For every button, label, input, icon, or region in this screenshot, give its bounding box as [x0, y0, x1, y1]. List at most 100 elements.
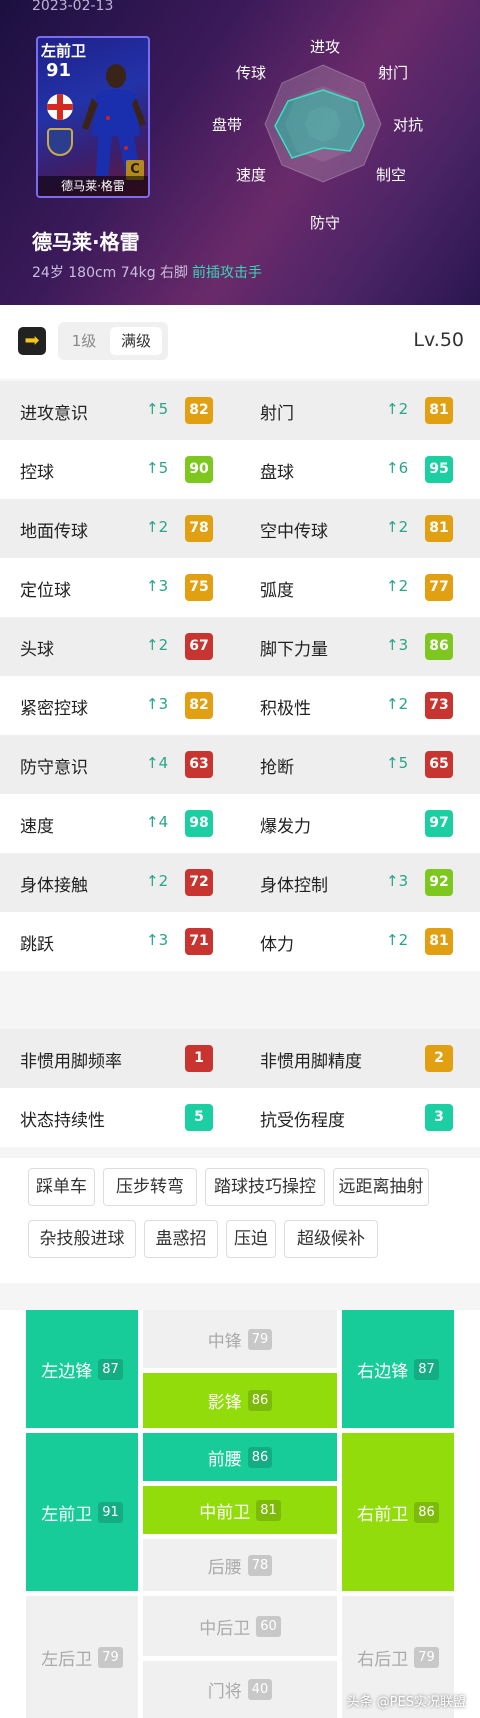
skill-tag[interactable]: 蛊惑招: [144, 1220, 218, 1258]
stat-cell: 空中传球 ↑2 81: [240, 499, 480, 558]
arrow-up-icon: ↑: [386, 577, 399, 595]
arrow-up-icon: ↑: [386, 931, 399, 949]
stat-increase-value: 2: [398, 400, 409, 418]
stat-increase-value: 6: [398, 459, 409, 477]
stat-name: 体力: [260, 935, 294, 955]
position-value: 86: [247, 1390, 273, 1411]
stat-row: 进攻意识 ↑5 82 射门 ↑2 81: [0, 381, 480, 440]
position-amf[interactable]: 前腰 86: [143, 1433, 337, 1481]
stat-cell: 弧度 ↑2 77: [240, 558, 480, 617]
stat-increase-value: 2: [158, 636, 169, 654]
stat-increase: ↑2: [146, 636, 168, 654]
stat-increase: ↑2: [386, 518, 408, 536]
radar-label-speed: 速度: [236, 166, 266, 184]
club-badge-icon: [47, 128, 73, 156]
player-header: 2023-02-13 左前卫 91 C 德马莱·格雷 德马莱·格雷 24岁 18…: [0, 0, 480, 305]
stat-increase-value: 3: [398, 872, 409, 890]
position-value: 40: [247, 1679, 273, 1700]
level-toggle: 1级 满级: [58, 322, 168, 360]
stat-cell: 体力 ↑2 81: [240, 912, 480, 971]
position-ss[interactable]: 影锋 86: [143, 1373, 337, 1428]
position-cf[interactable]: 中锋 79: [143, 1310, 337, 1368]
arrow-up-icon: ↑: [146, 400, 159, 418]
stat-increase: ↑3: [146, 577, 168, 595]
stat-name: 爆发力: [260, 817, 311, 837]
stat-increase-value: 5: [398, 754, 409, 772]
stat-name: 进攻意识: [20, 404, 88, 424]
stat-increase-value: 3: [158, 577, 169, 595]
position-rwf[interactable]: 右边锋 87: [342, 1310, 454, 1428]
skill-tag[interactable]: 踏球技巧操控: [205, 1168, 325, 1206]
stat-increase: ↑3: [386, 636, 408, 654]
date-label: 2023-02-13: [32, 0, 114, 14]
player-detail-page: 2023-02-13 左前卫 91 C 德马莱·格雷 德马莱·格雷 24岁 18…: [0, 0, 480, 1718]
stat-name: 盘球: [260, 463, 294, 483]
player-card[interactable]: 左前卫 91 C 德马莱·格雷: [36, 36, 150, 198]
position-label: 右边锋: [357, 1361, 409, 1382]
stat-name: 抢断: [260, 758, 294, 778]
stat-increase: ↑3: [146, 931, 168, 949]
arrow-up-icon: ↑: [146, 754, 159, 772]
level-option-max[interactable]: 满级: [110, 327, 162, 355]
stat-increase-value: 3: [158, 931, 169, 949]
stat-value-badge: 97: [425, 810, 453, 837]
arrow-up-icon: ↑: [386, 636, 399, 654]
stat-increase-value: 2: [398, 695, 409, 713]
position-lmf[interactable]: 左前卫 91: [26, 1433, 138, 1591]
stat-value-badge: 81: [425, 928, 453, 955]
stat-value-badge: 92: [425, 869, 453, 896]
stat-increase: ↑2: [386, 577, 408, 595]
arrow-up-icon: ↑: [386, 872, 399, 890]
misc-name: 非惯用脚精度: [260, 1052, 362, 1072]
position-cmf[interactable]: 中前卫 81: [143, 1486, 337, 1534]
stat-name: 脚下力量: [260, 640, 328, 660]
player-name: 德马莱·格雷: [32, 230, 140, 254]
position-dmf[interactable]: 后腰 78: [143, 1539, 337, 1591]
card-player-name: 德马莱·格雷: [38, 176, 148, 196]
stat-increase-value: 2: [158, 518, 169, 536]
misc-value-badge: 2: [425, 1045, 453, 1072]
stat-name: 定位球: [20, 581, 71, 601]
arrow-up-icon: ↑: [146, 931, 159, 949]
stat-name: 地面传球: [20, 522, 88, 542]
misc-cell: 非惯用脚精度 2: [240, 1029, 480, 1088]
arrow-up-icon: ↑: [386, 518, 399, 536]
misc-value-badge: 3: [425, 1104, 453, 1131]
position-lwf[interactable]: 左边锋 87: [26, 1310, 138, 1428]
stat-increase-value: 3: [398, 636, 409, 654]
radar-label-aerial: 制空: [376, 166, 406, 184]
stat-value-badge: 82: [185, 692, 213, 719]
stat-value-badge: 72: [185, 869, 213, 896]
stat-name: 积极性: [260, 699, 311, 719]
stat-name: 身体控制: [260, 876, 328, 896]
position-lb[interactable]: 左后卫 79: [26, 1596, 138, 1718]
arrow-up-icon: ↑: [146, 872, 159, 890]
position-gk[interactable]: 门将 40: [143, 1661, 337, 1718]
level-option-1[interactable]: 1级: [64, 328, 104, 354]
position-value: 87: [98, 1358, 123, 1380]
stat-row: 速度 ↑4 98 爆发力 97: [0, 794, 480, 853]
stat-value-badge: 67: [185, 633, 213, 660]
attribute-radar-chart: 进攻 射门 对抗 制空 防守 速度 盘带 传球: [212, 38, 423, 232]
position-label: 中锋: [207, 1331, 242, 1352]
stat-cell: 射门 ↑2 81: [240, 381, 480, 440]
position-cb[interactable]: 中后卫 60: [143, 1596, 337, 1656]
stat-increase-value: 5: [158, 459, 169, 477]
skill-tag[interactable]: 杂技般进球: [28, 1220, 136, 1258]
skills-list: 踩单车 压步转弯 踏球技巧操控 远距离抽射杂技般进球 蛊惑招 压迫 超级候补: [0, 1158, 480, 1283]
position-rmf[interactable]: 右前卫 86: [342, 1433, 454, 1591]
position-value: 91: [98, 1501, 123, 1523]
skill-tag[interactable]: 压步转弯: [103, 1168, 197, 1206]
arrow-right-icon[interactable]: ➡: [18, 327, 46, 355]
radar-label-shooting: 射门: [378, 64, 408, 82]
stat-row: 跳跃 ↑3 71 体力 ↑2 81: [0, 912, 480, 971]
position-label: 前腰: [207, 1449, 242, 1470]
skill-tag[interactable]: 压迫: [226, 1220, 276, 1258]
skill-tag[interactable]: 踩单车: [28, 1168, 95, 1206]
stat-increase: ↑2: [386, 695, 408, 713]
misc-name: 非惯用脚频率: [20, 1052, 122, 1072]
arrow-up-icon: ↑: [386, 754, 399, 772]
skill-tag[interactable]: 超级候补: [284, 1220, 378, 1258]
misc-value-badge: 1: [185, 1045, 213, 1072]
skill-tag[interactable]: 远距离抽射: [333, 1168, 429, 1206]
